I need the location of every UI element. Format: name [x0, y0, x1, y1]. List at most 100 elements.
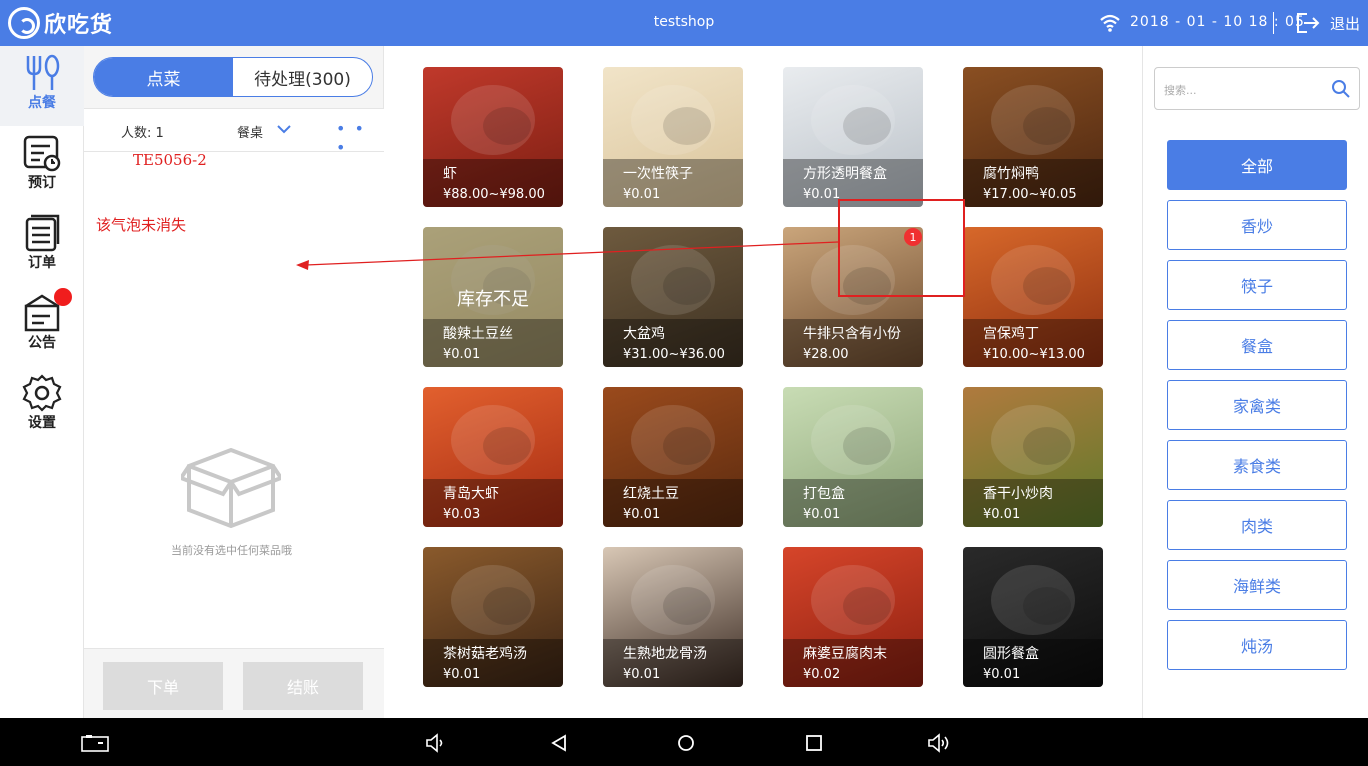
wifi-icon: [1100, 14, 1120, 32]
category-item[interactable]: 炖汤: [1167, 620, 1347, 670]
dish-price: ¥10.00~¥13.00: [983, 347, 1085, 362]
dish-price: ¥0.01: [623, 667, 661, 682]
left-nav: 点餐 预订 订单 公告 设置: [0, 46, 84, 718]
category-item[interactable]: 海鲜类: [1167, 560, 1347, 610]
table-code-annotation: TE5056-2: [133, 151, 207, 169]
tab-pending[interactable]: 待处理(300): [233, 58, 372, 96]
reservation-clock-icon: [23, 135, 61, 172]
dish-name: 茶树菇老鸡汤: [443, 646, 527, 662]
order-meta-bar: 人数: 1 餐桌 • • •: [84, 108, 384, 157]
recent-apps-icon[interactable]: [805, 734, 823, 752]
notice-dot-badge: [54, 288, 72, 306]
category-item[interactable]: 家禽类: [1167, 380, 1347, 430]
nav-label-order: 点餐: [28, 95, 56, 111]
search-input[interactable]: 搜索...: [1164, 82, 1197, 98]
dish-price: ¥0.01: [623, 187, 661, 202]
dish-name: 宫保鸡丁: [983, 326, 1039, 342]
empty-order-text: 当前没有选中任何菜品哦: [171, 544, 292, 557]
dish-name: 虾: [443, 166, 457, 182]
dish-card[interactable]: 茶树菇老鸡汤 ¥0.01: [423, 547, 563, 687]
volume-up-icon[interactable]: [927, 732, 951, 754]
volume-down-icon[interactable]: [425, 733, 445, 753]
dish-name: 大盆鸡: [623, 326, 665, 342]
dish-price: ¥31.00~¥36.00: [623, 347, 725, 362]
dish-name: 生熟地龙骨汤: [623, 646, 707, 662]
category-item[interactable]: 筷子: [1167, 260, 1347, 310]
order-panel: 点菜 待处理(300) 人数: 1 餐桌 • • • 当前没有选中任何菜品哦 下…: [84, 46, 384, 718]
system-nav-bar: [0, 718, 1368, 766]
search-box[interactable]: 搜索...: [1154, 67, 1360, 110]
category-item[interactable]: 肉类: [1167, 500, 1347, 550]
people-count[interactable]: 人数: 1: [121, 122, 164, 141]
category-item[interactable]: 全部: [1167, 140, 1347, 190]
nav-item-orders[interactable]: 订单: [0, 206, 84, 286]
nav-label-settings: 设置: [28, 415, 56, 431]
order-footer: 下单 结账: [84, 648, 384, 718]
dish-card[interactable]: 打包盒 ¥0.01: [783, 387, 923, 527]
dish-grid: 虾 ¥88.00~¥98.00 一次性筷子 ¥0.01 方形透明餐盒 ¥0.01 腐竹焖鸭 ¥…: [384, 46, 1142, 718]
dish-price: ¥0.01: [623, 507, 661, 522]
dish-name: 牛排只含有小份: [803, 326, 901, 342]
dish-card[interactable]: 宫保鸡丁 ¥10.00~¥13.00: [963, 227, 1103, 367]
back-icon[interactable]: [550, 734, 568, 752]
annotation-box: [838, 199, 965, 297]
checkout-button[interactable]: 结账: [243, 662, 363, 710]
dish-card[interactable]: 红烧土豆 ¥0.01: [603, 387, 743, 527]
nav-label-orders: 订单: [28, 255, 56, 271]
dish-price: ¥0.01: [803, 507, 841, 522]
category-item[interactable]: 素食类: [1167, 440, 1347, 490]
dish-name: 麻婆豆腐肉末: [803, 646, 887, 662]
dish-price: ¥88.00~¥98.00: [443, 187, 545, 202]
dish-price: ¥17.00~¥0.05: [983, 187, 1077, 202]
header-divider: [1273, 12, 1274, 34]
top-bar: 欣吃货 testshop 2018 - 01 - 10 18 : 05 退出: [0, 0, 1368, 46]
dish-price: ¥0.02: [803, 667, 841, 682]
nav-label-reservation: 预订: [28, 175, 56, 191]
search-icon[interactable]: [1331, 79, 1351, 99]
order-tabs: 点菜 待处理(300): [93, 57, 373, 97]
dish-name: 酸辣土豆丝: [443, 326, 513, 342]
chevron-down-icon[interactable]: [277, 124, 291, 134]
dish-name: 圆形餐盒: [983, 646, 1039, 662]
dish-card[interactable]: 腐竹焖鸭 ¥17.00~¥0.05: [963, 67, 1103, 207]
tab-order-dishes[interactable]: 点菜: [94, 58, 233, 96]
dish-name: 打包盒: [803, 486, 845, 502]
dish-card[interactable]: 青岛大虾 ¥0.03: [423, 387, 563, 527]
submit-order-button[interactable]: 下单: [103, 662, 223, 710]
table-selector[interactable]: 餐桌: [237, 122, 263, 141]
dish-card[interactable]: 麻婆豆腐肉末 ¥0.02: [783, 547, 923, 687]
dish-name: 红烧土豆: [623, 486, 679, 502]
category-item[interactable]: 餐盒: [1167, 320, 1347, 370]
order-list-icon: [25, 214, 60, 252]
dish-price: ¥0.01: [983, 667, 1021, 682]
dish-card[interactable]: 圆形餐盒 ¥0.01: [963, 547, 1103, 687]
dish-card[interactable]: 生熟地龙骨汤 ¥0.01: [603, 547, 743, 687]
dish-price: ¥28.00: [803, 347, 849, 362]
dish-name: 一次性筷子: [623, 166, 693, 182]
logout-icon[interactable]: [1295, 12, 1321, 34]
dish-price: ¥0.01: [803, 187, 841, 202]
dish-card[interactable]: 一次性筷子 ¥0.01: [603, 67, 743, 207]
dish-card[interactable]: 虾 ¥88.00~¥98.00: [423, 67, 563, 207]
category-sidebar: 搜索... 全部香炒筷子餐盒家禽类素食类肉类海鲜类炖汤: [1142, 46, 1368, 718]
dish-price: ¥0.01: [443, 347, 481, 362]
nav-label-notice: 公告: [28, 335, 56, 351]
home-icon[interactable]: [677, 734, 695, 752]
dish-price: ¥0.01: [443, 667, 481, 682]
dish-card[interactable]: 大盆鸡 ¥31.00~¥36.00: [603, 227, 743, 367]
nav-item-reservation[interactable]: 预订: [0, 126, 84, 206]
bubble-note-annotation: 该气泡未消失: [96, 216, 187, 234]
dish-card[interactable]: 香干小炒肉 ¥0.01: [963, 387, 1103, 527]
nav-item-settings[interactable]: 设置: [0, 366, 84, 446]
dish-name: 香干小炒肉: [983, 486, 1053, 502]
dish-name: 方形透明餐盒: [803, 166, 887, 182]
dish-card[interactable]: 库存不足 酸辣土豆丝 ¥0.01: [423, 227, 563, 367]
fork-spoon-icon: [26, 54, 60, 90]
category-item[interactable]: 香炒: [1167, 200, 1347, 250]
nav-item-order[interactable]: 点餐: [0, 46, 84, 126]
dish-card[interactable]: 方形透明餐盒 ¥0.01: [783, 67, 923, 207]
logout-button[interactable]: 退出: [1330, 13, 1360, 34]
screenshot-icon[interactable]: [81, 734, 109, 752]
dish-price: ¥0.01: [983, 507, 1021, 522]
gear-icon: [22, 374, 62, 412]
